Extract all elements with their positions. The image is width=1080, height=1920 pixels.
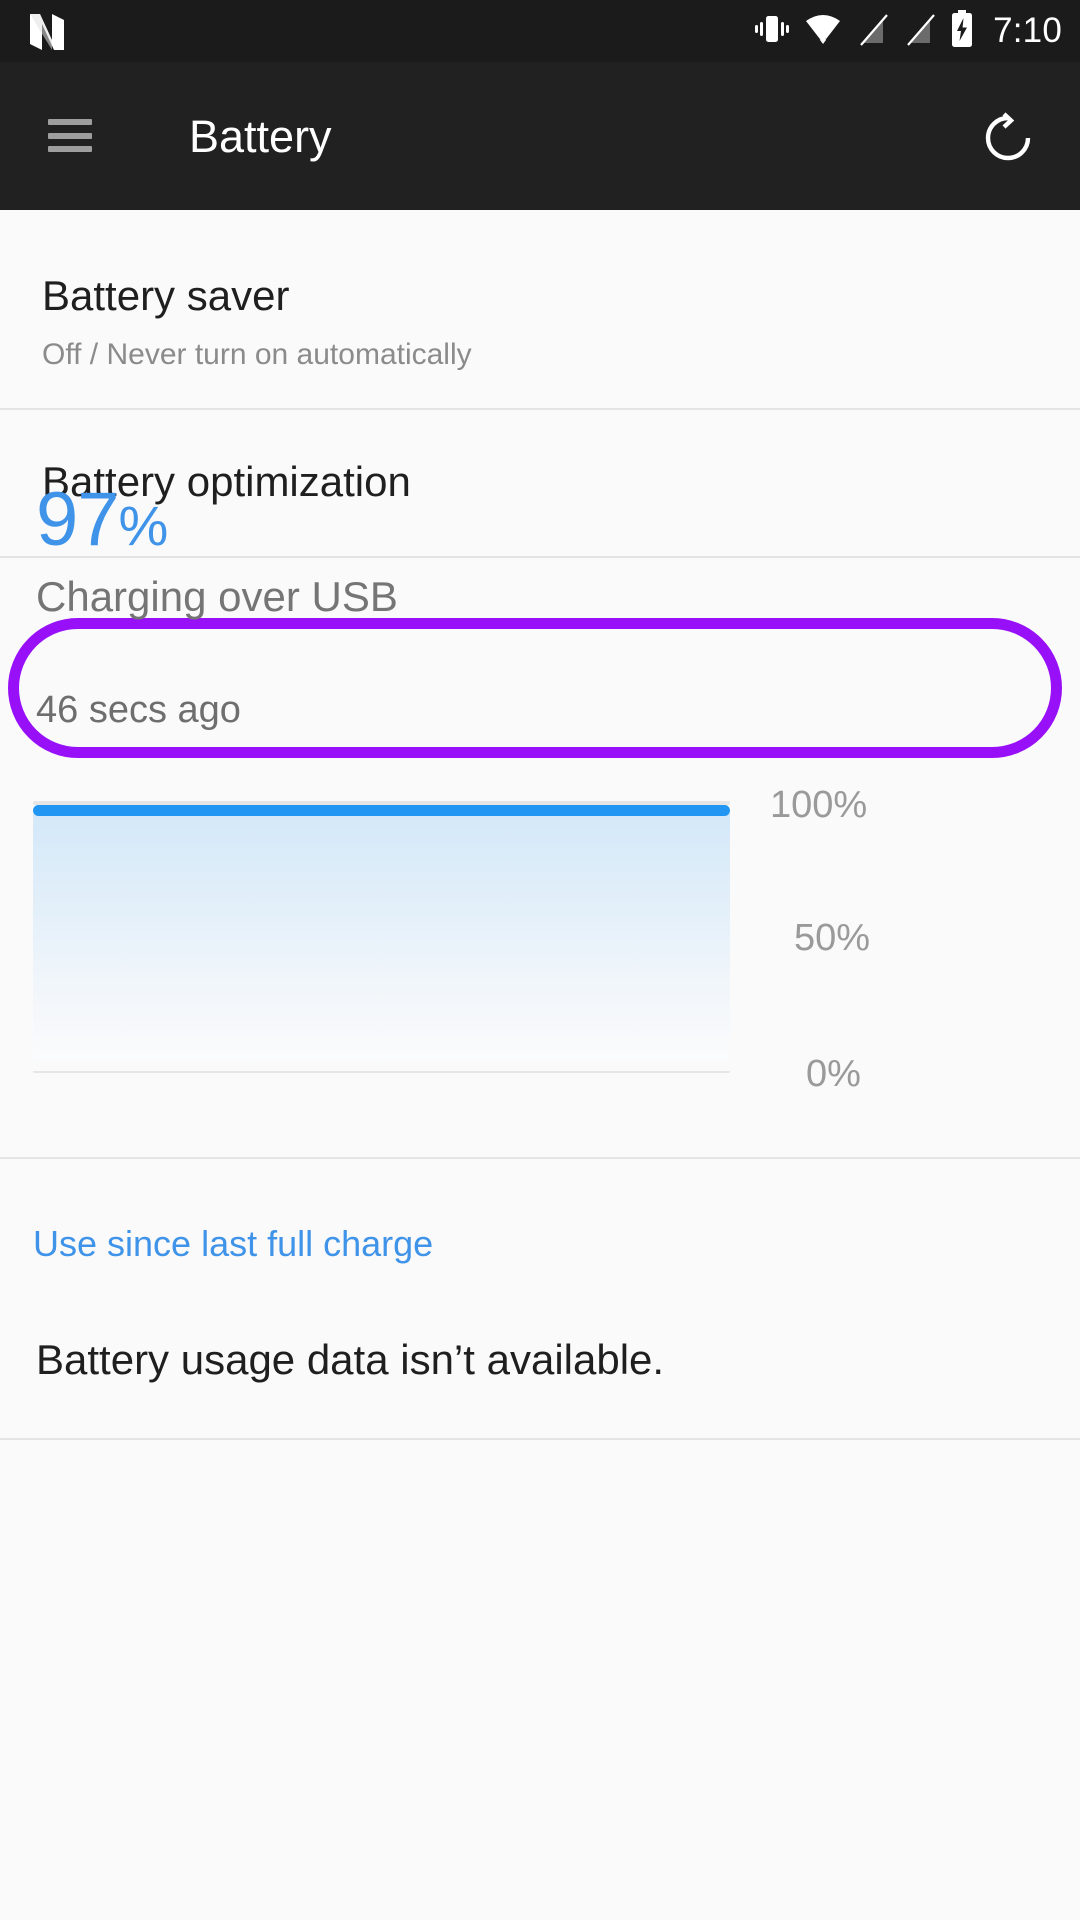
vibrate-icon <box>753 11 791 52</box>
use-since-last-full-charge-link[interactable]: Use since last full charge <box>33 1222 433 1266</box>
status-icons: 7:10 <box>753 0 1062 62</box>
battery-level-percent: 97% <box>36 477 169 568</box>
axis-tick-100: 100% <box>770 784 868 826</box>
chart-level-line <box>33 805 730 816</box>
battery-saver-summary: Off / Never turn on automatically <box>42 338 472 371</box>
refresh-icon[interactable] <box>980 110 1036 166</box>
battery-history-chart[interactable]: 100% 50% 0% <box>0 628 1080 1095</box>
battery-usage-empty-message: Battery usage data isn’t available. <box>36 1336 665 1383</box>
settings-content: Battery saver Off / Never turn on automa… <box>0 210 1080 1920</box>
charging-status-text: Charging over USB <box>36 573 398 620</box>
battery-saver-title: Battery saver <box>42 272 290 319</box>
status-time: 7:10 <box>993 11 1062 50</box>
divider-3 <box>0 1157 1080 1159</box>
axis-tick-50: 50% <box>794 917 871 959</box>
page-title: Battery <box>189 111 332 162</box>
divider-4 <box>0 1438 1080 1440</box>
app-bar: Battery <box>0 62 1080 210</box>
chart-last-updated: 46 secs ago <box>36 689 241 731</box>
android-n-logo-icon <box>24 11 70 53</box>
signal-off-icon-2 <box>902 11 936 52</box>
axis-tick-0: 0% <box>806 1053 861 1095</box>
setting-row-battery-saver[interactable]: Battery saver Off / Never turn on automa… <box>0 210 1080 408</box>
signal-off-icon <box>855 11 889 52</box>
status-bar: 7:10 <box>0 0 1080 62</box>
chart-area-fill <box>33 813 730 1071</box>
percent-symbol: % <box>118 494 169 557</box>
wifi-icon <box>804 11 842 52</box>
android-battery-settings-screen: 7:10 Battery Battery saver Off / Never t… <box>0 0 1080 1920</box>
battery-level-value: 97 <box>36 477 120 562</box>
chart-plot-area <box>33 801 730 1073</box>
battery-charging-icon <box>949 9 975 53</box>
hamburger-menu-icon[interactable] <box>48 119 92 152</box>
